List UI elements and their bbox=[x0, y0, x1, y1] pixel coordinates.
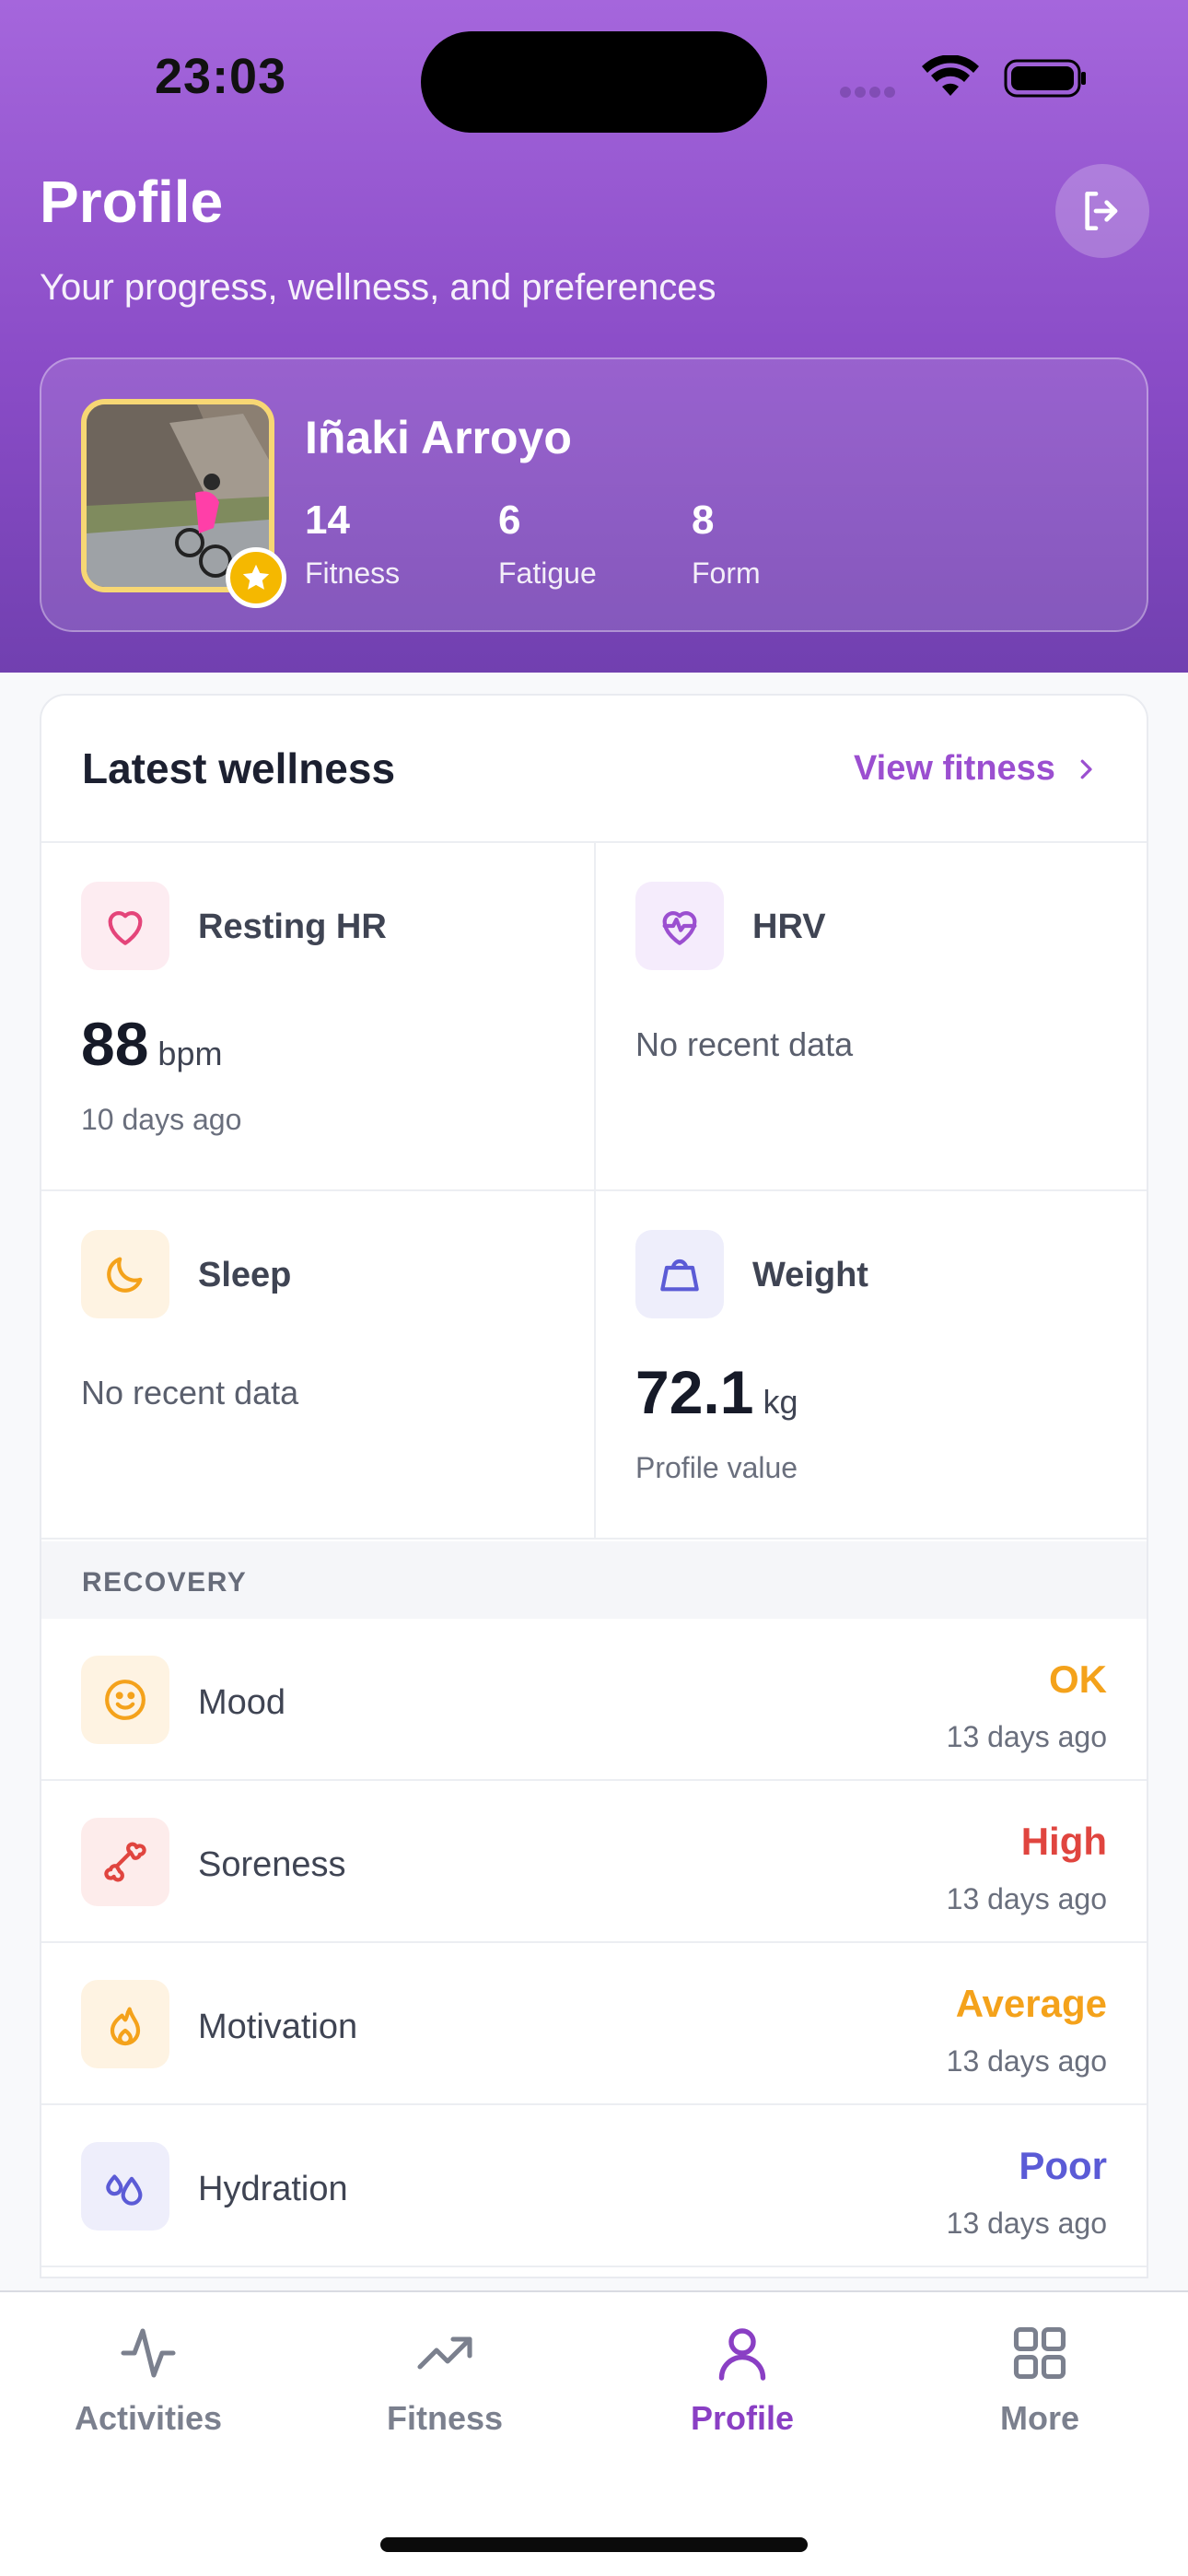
bone-icon bbox=[81, 1818, 169, 1906]
recovery-heading: RECOVERY bbox=[82, 1567, 248, 1598]
wifi-icon bbox=[922, 54, 979, 96]
recovery-time: 13 days ago bbox=[946, 1882, 1107, 1915]
profile-card[interactable]: Iñaki Arroyo 14 Fitness 6 Fatigue 8 Form bbox=[40, 357, 1148, 632]
dynamic-island bbox=[421, 31, 767, 133]
flame-icon bbox=[81, 1980, 169, 2068]
recovery-value: Average bbox=[955, 1982, 1107, 2025]
tile-label: Weight bbox=[752, 1256, 868, 1294]
stat-label: Form bbox=[692, 556, 761, 590]
wellness-card-header: Latest wellness View fitness bbox=[41, 696, 1147, 843]
tile-weight[interactable]: Weight 72.1 kg Profile value bbox=[596, 1191, 1147, 1540]
tile-value-number: 88 bbox=[81, 1010, 149, 1078]
tile-hrv[interactable]: HRV No recent data bbox=[596, 843, 1147, 1191]
tile-resting-hr[interactable]: Resting HR 88 bpm 10 days ago bbox=[41, 843, 596, 1191]
view-fitness-link[interactable]: View fitness bbox=[854, 749, 1100, 789]
tile-subtext: 10 days ago bbox=[81, 1103, 242, 1136]
weight-icon bbox=[635, 1230, 724, 1318]
recovery-value: Poor bbox=[1019, 2144, 1107, 2187]
recovery-time: 13 days ago bbox=[946, 2207, 1107, 2240]
recovery-row-motivation[interactable]: Motivation Average 13 days ago bbox=[41, 1943, 1147, 2105]
stat-form: 8 Form bbox=[692, 498, 761, 591]
battery-icon bbox=[1004, 59, 1086, 98]
droplets-icon bbox=[81, 2142, 169, 2231]
status-time: 23:03 bbox=[155, 49, 287, 104]
stat-fatigue: 6 Fatigue bbox=[498, 498, 597, 591]
tile-value-number: 72.1 bbox=[635, 1358, 754, 1426]
recovery-value: High bbox=[1020, 1820, 1107, 1863]
tab-bar: Activities Fitness Profile More bbox=[0, 2290, 1188, 2576]
tile-sleep[interactable]: Sleep No recent data bbox=[41, 1191, 596, 1540]
tile-subtext: Profile value bbox=[635, 1451, 798, 1484]
recovery-time: 13 days ago bbox=[946, 1720, 1107, 1753]
wellness-card: Latest wellness View fitness Resting HR … bbox=[40, 694, 1148, 2278]
athlete-name: Iñaki Arroyo bbox=[305, 412, 572, 463]
recovery-row-mood[interactable]: Mood OK 13 days ago bbox=[41, 1619, 1147, 1781]
recovery-row-hydration[interactable]: Hydration Poor 13 days ago bbox=[41, 2105, 1147, 2267]
tab-more[interactable]: More bbox=[891, 2311, 1188, 2458]
tile-empty-text: No recent data bbox=[635, 1025, 854, 1063]
trending-up-icon bbox=[417, 2336, 472, 2370]
stat-value: 6 bbox=[498, 498, 521, 543]
tab-label: Fitness bbox=[386, 2399, 504, 2437]
tile-empty-text: No recent data bbox=[81, 1374, 299, 1411]
profile-header: 23:03 Profile Your progress, wellness, a… bbox=[0, 0, 1188, 673]
logout-button[interactable] bbox=[1055, 164, 1149, 258]
recovery-label: Motivation bbox=[198, 2008, 358, 2046]
view-fitness-label: View fitness bbox=[854, 749, 1055, 788]
stat-fitness: 14 Fitness bbox=[305, 498, 400, 591]
recovery-label: Soreness bbox=[198, 1845, 346, 1884]
tab-label: More bbox=[999, 2399, 1079, 2437]
wellness-title: Latest wellness bbox=[82, 744, 396, 792]
recovery-value: OK bbox=[1049, 1657, 1107, 1701]
star-badge-icon bbox=[226, 547, 286, 608]
stat-label: Fitness bbox=[305, 556, 401, 590]
tile-label: HRV bbox=[752, 907, 826, 946]
tab-label: Profile bbox=[690, 2399, 795, 2437]
recovery-time: 13 days ago bbox=[946, 2044, 1107, 2078]
user-icon bbox=[718, 2328, 766, 2381]
tile-unit: bpm bbox=[157, 1035, 223, 1072]
tab-profile[interactable]: Profile bbox=[594, 2311, 891, 2458]
recovery-label: Hydration bbox=[198, 2170, 348, 2208]
activity-icon bbox=[121, 2328, 176, 2378]
tab-label: Activities bbox=[74, 2399, 223, 2437]
moon-icon bbox=[81, 1230, 169, 1318]
resting-hr-value: 88 bpm bbox=[81, 1009, 222, 1079]
stat-value: 14 bbox=[305, 498, 350, 543]
cellular-icon bbox=[840, 87, 895, 98]
page-title: Profile bbox=[40, 169, 224, 235]
recovery-row-soreness[interactable]: Soreness High 13 days ago bbox=[41, 1781, 1147, 1943]
stat-value: 8 bbox=[692, 498, 715, 543]
home-indicator bbox=[380, 2537, 808, 2552]
heart-icon bbox=[81, 882, 169, 970]
tile-label: Sleep bbox=[198, 1256, 292, 1294]
tab-activities[interactable]: Activities bbox=[0, 2311, 297, 2458]
tab-fitness[interactable]: Fitness bbox=[297, 2311, 593, 2458]
tile-label: Resting HR bbox=[198, 907, 387, 946]
tile-unit: kg bbox=[763, 1383, 798, 1421]
recovery-label: Mood bbox=[198, 1683, 286, 1722]
status-icons bbox=[840, 54, 1089, 101]
logout-icon bbox=[1085, 192, 1118, 231]
heart-pulse-icon bbox=[635, 882, 724, 970]
chevron-right-icon bbox=[1080, 759, 1092, 779]
page-subtitle: Your progress, wellness, and preferences bbox=[40, 267, 716, 308]
weight-value: 72.1 kg bbox=[635, 1357, 798, 1427]
stat-label: Fatigue bbox=[498, 556, 597, 590]
grid-icon bbox=[1013, 2326, 1066, 2380]
smile-icon bbox=[81, 1656, 169, 1744]
recovery-section-header: RECOVERY bbox=[41, 1541, 1147, 1619]
